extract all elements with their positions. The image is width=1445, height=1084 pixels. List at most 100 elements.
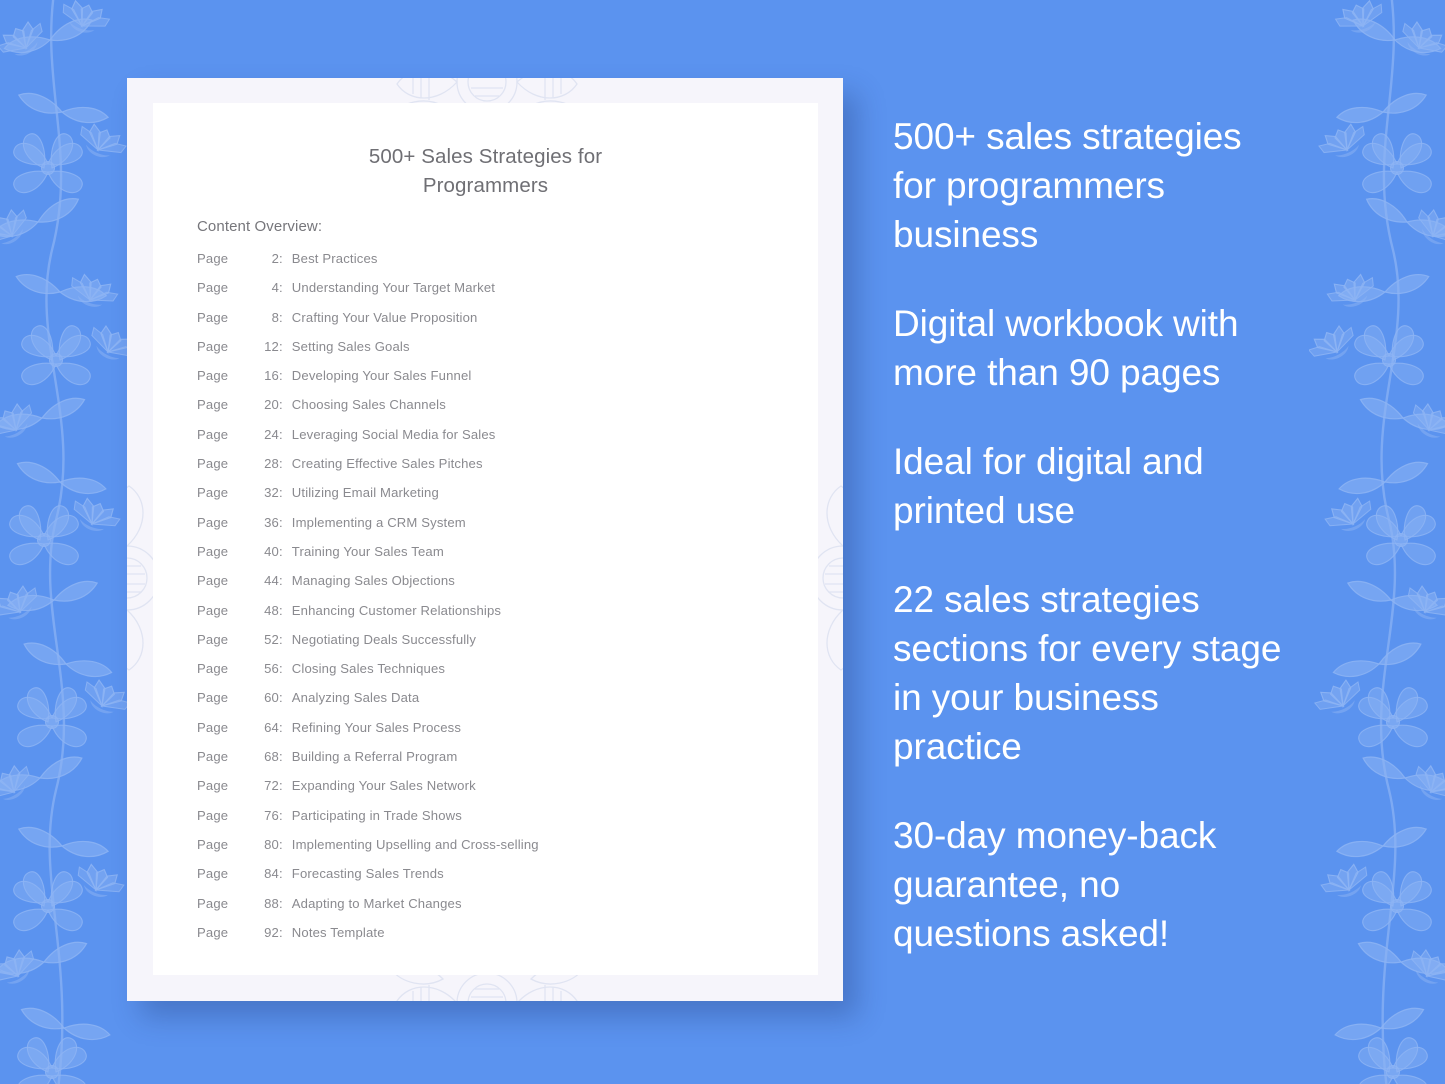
toc-entry-title: Adapting to Market Changes — [291, 895, 462, 911]
toc-colon: : — [279, 631, 283, 647]
toc-row: Page 8: Crafting Your Value Proposition — [197, 310, 797, 339]
toc-colon: : — [279, 778, 283, 794]
toc-page-word: Page — [197, 280, 229, 296]
toc-entry-title: Refining Your Sales Process — [291, 719, 462, 735]
toc-row: Page 4: Understanding Your Target Market — [197, 280, 797, 309]
toc-page-word: Page — [197, 485, 229, 501]
promo-copy-column: 500+ sales strategies for programmers bu… — [893, 112, 1363, 958]
toc-colon: : — [279, 749, 283, 765]
toc-colon: : — [279, 368, 283, 384]
toc-colon: : — [279, 602, 283, 618]
toc-page-number: 4 — [271, 280, 279, 296]
toc-page-word: Page — [197, 749, 229, 765]
toc-page-number: 24 — [264, 426, 279, 442]
toc-colon: : — [279, 866, 283, 882]
toc-colon: : — [279, 661, 283, 677]
toc-page-number: 72 — [264, 778, 279, 794]
toc-page-number: 32 — [264, 485, 279, 501]
toc-row: Page 52: Negotiating Deals Successfully — [197, 632, 797, 661]
toc-page-word: Page — [197, 807, 229, 823]
toc-colon: : — [279, 397, 283, 413]
toc-page-number: 88 — [264, 895, 279, 911]
toc-row: Page 24: Leveraging Social Media for Sales — [197, 427, 797, 456]
toc-row: Page 44: Managing Sales Objections — [197, 573, 797, 602]
toc-page-word: Page — [197, 251, 229, 266]
toc-row: Page 80: Implementing Upselling and Cross-… — [197, 837, 797, 866]
toc-page-number: 12 — [264, 338, 279, 354]
toc-page-word: Page — [197, 338, 229, 354]
toc-colon: : — [279, 251, 283, 266]
toc-colon: : — [279, 280, 283, 296]
toc-page-word: Page — [197, 661, 229, 677]
toc-page-number: 40 — [264, 543, 279, 559]
toc-colon: : — [279, 426, 283, 442]
toc-page-number: 8 — [271, 309, 279, 325]
toc-entry-title: Setting Sales Goals — [291, 338, 410, 354]
toc-colon: : — [279, 514, 283, 530]
toc-page-number: 52 — [264, 631, 279, 647]
page-title: 500+ Sales Strategies for Programmers — [368, 145, 603, 197]
toc-page-word: Page — [197, 397, 229, 413]
toc-page-number: 20 — [264, 397, 279, 413]
toc-entry-title: Implementing a CRM System — [291, 514, 466, 530]
toc-page-number: 60 — [264, 690, 279, 706]
toc-entry-title: Managing Sales Objections — [291, 573, 455, 589]
toc-entry-title: Expanding Your Sales Network — [291, 778, 476, 794]
toc-row: Page 56: Closing Sales Techniques — [197, 661, 797, 690]
toc-page-word: Page — [197, 309, 229, 325]
toc-entry-title: Crafting Your Value Proposition — [291, 309, 478, 325]
toc-entry-title: Closing Sales Techniques — [291, 661, 446, 677]
toc-page-number: 28 — [264, 456, 279, 472]
toc-entry-title: Implementing Upselling and Cross-selling — [291, 836, 539, 852]
toc-page-number: 84 — [264, 866, 279, 882]
toc-entry-title: Building a Referral Program — [291, 749, 458, 765]
toc-row: Page 76: Participating in Trade Shows — [197, 808, 797, 837]
toc-entry-title: Leveraging Social Media for Sales — [291, 426, 496, 442]
workbook-page: 500+ Sales Strategies for Programmers Co… — [153, 103, 818, 975]
toc-entry-title: Best Practices — [291, 251, 378, 266]
toc-row: Page 60: Analyzing Sales Data — [197, 690, 797, 719]
toc-row: Page 36: Implementing a CRM System — [197, 515, 797, 544]
workbook-preview-card: 500+ Sales Strategies for Programmers Co… — [127, 78, 843, 1001]
toc-page-number: 80 — [264, 836, 279, 852]
toc-colon: : — [279, 807, 283, 823]
floral-vine-border-left-icon — [0, 0, 136, 1084]
toc-page-word: Page — [197, 368, 229, 384]
toc-entry-title: Choosing Sales Channels — [291, 397, 446, 413]
toc-colon: : — [279, 456, 283, 472]
toc-entry-title: Utilizing Email Marketing — [291, 485, 439, 501]
toc-page-word: Page — [197, 866, 229, 882]
toc-page-word: Page — [197, 426, 229, 442]
toc-page-word: Page — [197, 573, 229, 589]
toc-row: Page 32: Utilizing Email Marketing — [197, 485, 797, 514]
toc-page-word: Page — [197, 836, 229, 852]
toc-colon: : — [279, 719, 283, 735]
toc-row: Page 16: Developing Your Sales Funnel — [197, 368, 797, 397]
promo-block: Ideal for digital and printed use — [893, 441, 1204, 531]
toc-entry-title: Understanding Your Target Market — [291, 280, 496, 296]
toc-colon: : — [279, 309, 283, 325]
promo-block: 22 sales strategies sections for every s… — [893, 579, 1282, 767]
table-of-contents: Page 2: Best Practices Page 4: Understanding … — [197, 251, 797, 954]
toc-row: Page 88: Adapting to Market Changes — [197, 896, 797, 925]
toc-colon: : — [279, 690, 283, 706]
toc-colon: : — [279, 485, 283, 501]
toc-colon: : — [279, 836, 283, 852]
toc-page-word: Page — [197, 543, 229, 559]
toc-colon: : — [279, 543, 283, 559]
toc-colon: : — [279, 895, 283, 911]
toc-row: Page 2: Best Practices — [197, 251, 797, 280]
toc-entry-title: Negotiating Deals Successfully — [291, 631, 477, 647]
toc-colon: : — [279, 924, 283, 940]
toc-colon: : — [279, 338, 283, 354]
toc-page-word: Page — [197, 514, 229, 530]
toc-entry-title: Forecasting Sales Trends — [291, 866, 444, 882]
toc-entry-title: Creating Effective Sales Pitches — [291, 456, 483, 472]
toc-row: Page 92: Notes Template — [197, 925, 797, 954]
toc-page-number: 48 — [264, 602, 279, 618]
toc-row: Page 40: Training Your Sales Team — [197, 544, 797, 573]
promo-block: 500+ sales strategies for programmers bu… — [893, 116, 1242, 255]
toc-page-number: 36 — [264, 514, 279, 530]
toc-page-number: 76 — [264, 807, 279, 823]
promo-block: 30-day money-back guarantee, no question… — [893, 815, 1217, 954]
